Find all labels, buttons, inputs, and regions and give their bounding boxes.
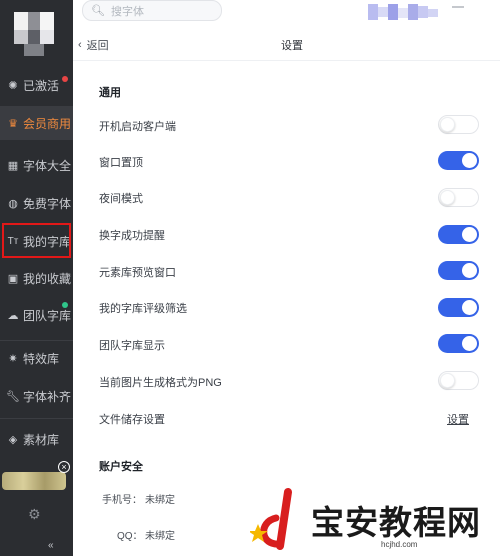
bulb-icon: ✺ (8, 79, 18, 92)
sidebar-item-font-library[interactable]: ▦ 字体大全 (0, 148, 73, 182)
toggle-knob (440, 373, 455, 388)
avatar[interactable] (14, 12, 54, 56)
close-icon[interactable]: × (58, 461, 70, 473)
setting-label: 我的字库评级筛选 (99, 303, 187, 315)
sidebar-item-label: 我的收藏 (23, 271, 72, 286)
sidebar-item-label: 团队字库 (23, 308, 72, 323)
toggle-knob (462, 263, 477, 278)
sidebar-item-team-fonts[interactable]: ☁ 团队字库 (0, 298, 73, 332)
sidebar-item-label: 字体补齐 (23, 389, 72, 404)
section-title-account: 账户安全 (99, 461, 143, 473)
sidebar-item-label: 已激活 (23, 78, 60, 93)
toggle-knob (440, 190, 455, 205)
toggle-replace-reminder[interactable] (438, 225, 479, 244)
phone-label: 手机号： (102, 495, 142, 506)
user-info[interactable] (368, 4, 438, 20)
globe-icon: ◍ (8, 197, 18, 210)
setting-label: 换字成功提醒 (99, 230, 165, 242)
highlight-box (2, 223, 71, 258)
layers-icon: ◈ (8, 433, 18, 446)
notification-dot (62, 302, 68, 308)
cloud-icon: ☁ (7, 309, 19, 322)
sidebar-item-label: 免费字体 (23, 196, 72, 211)
sidebar: ✺ 已激活 ♛ 会员商用 ▦ 字体大全 ◍ 免费字体 Tт 我的字库 ▣ 我的收… (0, 0, 73, 556)
setting-label: 团队字库显示 (99, 340, 165, 352)
setting-label: 当前图片生成格式为PNG (99, 377, 222, 389)
toggle-always-on-top[interactable] (438, 151, 479, 170)
sidebar-item-label: 字体大全 (23, 158, 72, 173)
sidebar-divider (0, 418, 73, 419)
sidebar-item-free-fonts[interactable]: ◍ 免费字体 (0, 186, 73, 220)
header-divider (73, 60, 500, 61)
toggle-team-fonts[interactable] (438, 334, 479, 353)
chevron-left-icon: ‹ (78, 39, 82, 51)
sidebar-item-effects[interactable]: ✷ 特效库 (0, 341, 73, 375)
phone-value: 未绑定 (145, 495, 175, 506)
back-button[interactable]: ‹ 返回 (78, 37, 109, 53)
qq-value: 未绑定 (145, 531, 175, 542)
toggle-knob (440, 117, 455, 132)
collapse-icon[interactable]: « (48, 540, 54, 551)
search-placeholder: 搜字体 (110, 5, 144, 18)
crown-icon: ♛ (8, 117, 18, 130)
toggle-night-mode[interactable] (438, 188, 479, 207)
toggle-knob (462, 300, 477, 315)
setting-label: 开机启动客户端 (99, 121, 176, 133)
page-title: 设置 (281, 40, 303, 52)
notification-dot (62, 76, 68, 82)
sidebar-item-font-fill[interactable]: 🔧︎ 字体补齐 (0, 379, 73, 413)
sidebar-item-favorites[interactable]: ▣ 我的收藏 (0, 261, 73, 295)
back-label: 返回 (86, 40, 109, 52)
toggle-knob (462, 153, 477, 168)
star-box-icon: ▣ (7, 272, 19, 285)
section-title-general: 通用 (99, 87, 121, 99)
storage-setting-label: 文件储存设置 (99, 414, 165, 426)
toggle-element-preview[interactable] (438, 261, 479, 280)
setting-label: 元素库预览窗口 (99, 267, 176, 279)
sparkle-icon: ✷ (8, 352, 18, 365)
watermark-logo-icon (248, 488, 292, 550)
gear-icon[interactable]: ⚙ (28, 506, 41, 523)
promo-banner[interactable] (2, 472, 66, 490)
search-input[interactable]: 🔍︎ 搜字体 (82, 0, 222, 21)
qq-label: QQ： (117, 531, 143, 542)
minimize-button[interactable] (452, 6, 464, 8)
toggle-knob (462, 336, 477, 351)
sidebar-item-label: 特效库 (23, 351, 60, 366)
toggle-knob (462, 227, 477, 242)
search-icon: 🔍︎ (91, 5, 105, 17)
sidebar-item-materials[interactable]: ◈ 素材库 (0, 422, 73, 456)
grid-icon: ▦ (7, 159, 19, 172)
sidebar-item-member[interactable]: ♛ 会员商用 (0, 106, 73, 140)
sidebar-item-label: 会员商用 (23, 116, 72, 131)
toggle-rating-filter[interactable] (438, 298, 479, 317)
setting-label: 夜间模式 (99, 193, 143, 205)
toggle-autostart[interactable] (438, 115, 479, 134)
storage-settings-link[interactable]: 设置 (447, 411, 469, 427)
sidebar-item-activated[interactable]: ✺ 已激活 (0, 68, 73, 102)
watermark-url: hcjhd.com (381, 540, 418, 549)
wrench-icon: 🔧︎ (6, 390, 20, 403)
watermark: 宝安教程网 hcjhd.com (248, 486, 500, 556)
setting-label: 窗口置顶 (99, 157, 143, 169)
toggle-png-format[interactable] (438, 371, 479, 390)
sidebar-item-label: 素材库 (23, 432, 60, 447)
watermark-text: 宝安教程网 (311, 503, 481, 542)
